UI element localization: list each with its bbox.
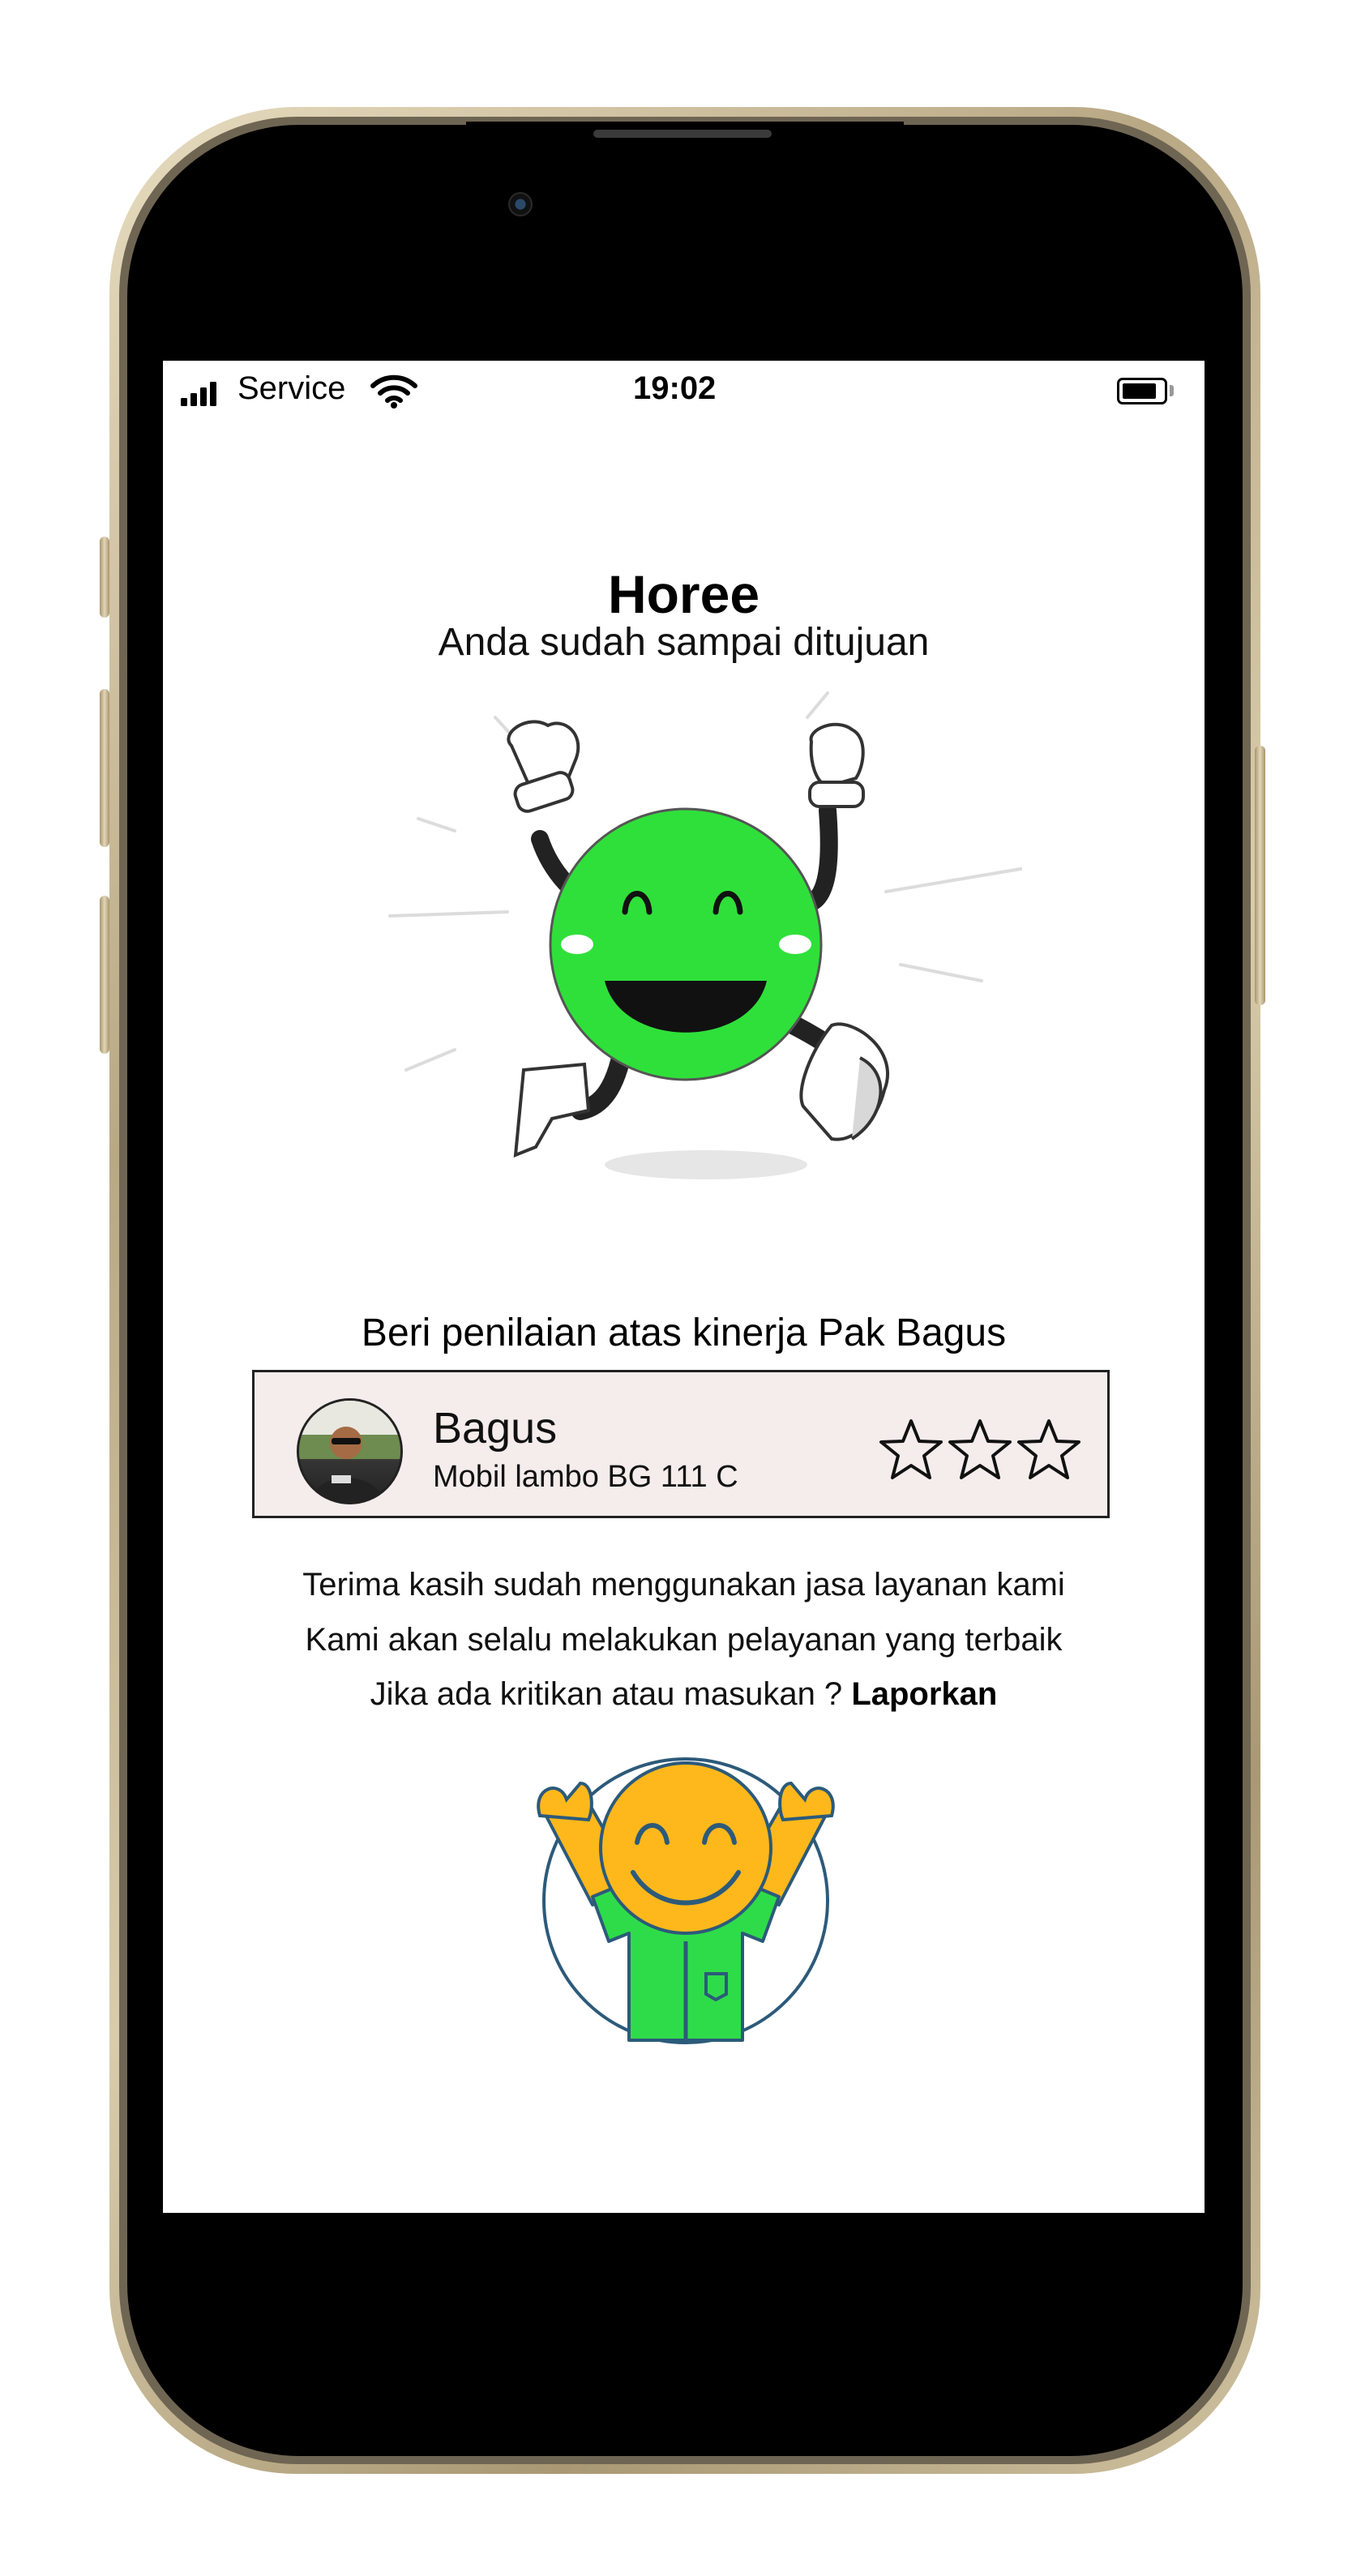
- star-1-icon[interactable]: [879, 1417, 944, 1482]
- clock: 19:02: [633, 370, 717, 406]
- rating-heading: Beri penilaian atas kinerja Pak Bagus: [361, 1312, 1007, 1354]
- report-line: Jika ada kritikan atau masukan ? Laporka…: [163, 1676, 1205, 1713]
- mute-switch: [100, 537, 109, 618]
- page-subtitle: Anda sudah sampai ditujuan: [438, 621, 930, 664]
- star-2-icon[interactable]: [948, 1417, 1012, 1482]
- power-button: [1255, 746, 1265, 1005]
- driver-card: Bagus Mobil lambo BG 111 C: [252, 1370, 1110, 1518]
- report-link[interactable]: Laporkan: [851, 1676, 997, 1712]
- report-prompt: Jika ada kritikan atau masukan ?: [370, 1676, 843, 1712]
- driver-name: Bagus: [433, 1404, 558, 1453]
- vehicle-info: Mobil lambo BG 111 C: [433, 1460, 738, 1494]
- thanks-line-1: Terima kasih sudah menggunakan jasa laya…: [302, 1567, 1065, 1603]
- battery-icon: [1117, 378, 1167, 404]
- waving-mascot-illustration: [537, 1757, 835, 2044]
- driver-avatar: [297, 1398, 403, 1504]
- signal-icon: [181, 382, 221, 410]
- star-3-icon[interactable]: [1016, 1417, 1081, 1482]
- battery-tip: [1170, 385, 1174, 396]
- volume-down-button: [100, 896, 109, 1054]
- carrier-label: Service: [237, 370, 346, 406]
- wifi-icon: [370, 374, 417, 413]
- phone-screen: Service 19:02 Horee Anda sudah sampai di…: [163, 361, 1205, 2213]
- notch: [466, 122, 904, 259]
- front-camera: [508, 192, 533, 216]
- volume-up-button: [100, 689, 109, 847]
- jumping-mascot-illustration: [388, 691, 1022, 1179]
- thanks-line-2: Kami akan selalu melakukan pelayanan yan…: [305, 1622, 1063, 1658]
- page-title: Horee: [607, 564, 760, 624]
- speaker-grill: [593, 130, 772, 138]
- driver-photo: [299, 1401, 400, 1502]
